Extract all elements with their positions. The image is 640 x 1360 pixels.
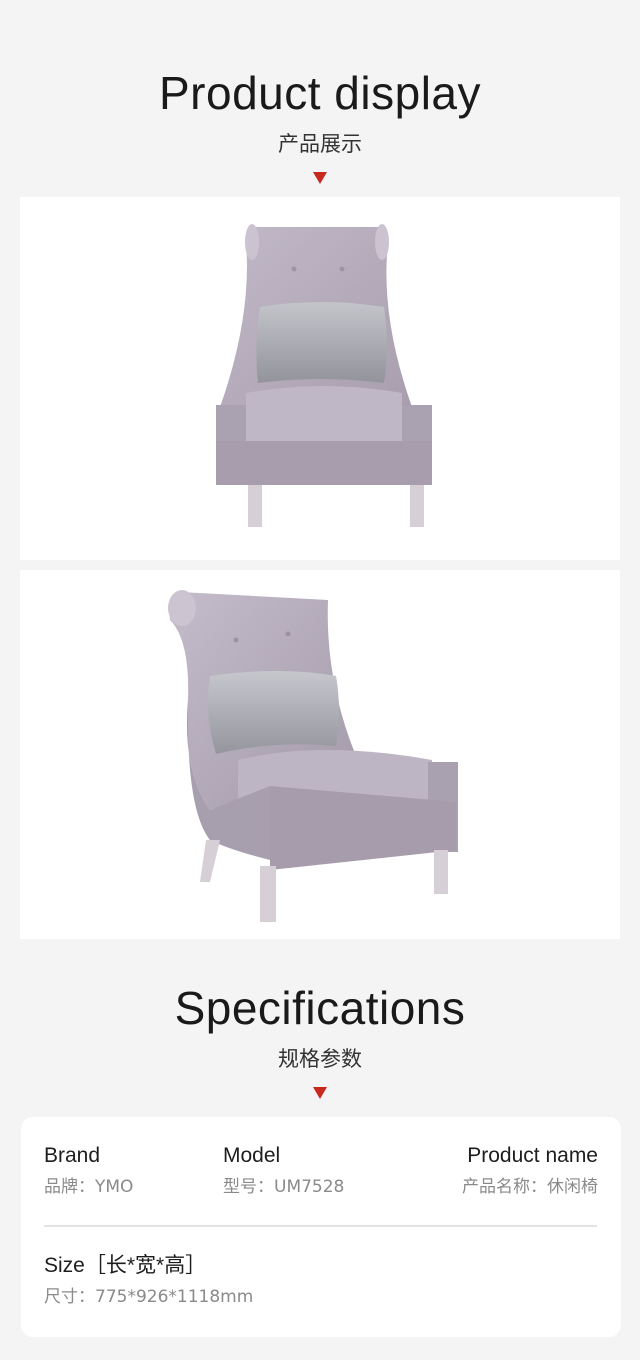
size-value: 尺寸：775*926*1118mm [44,1287,254,1307]
product-display-header: Product display 产品展示 [0,70,640,184]
chair-front-image [20,197,620,560]
product-display-title: Product display [159,67,481,119]
down-triangle-icon [313,1087,327,1099]
model-label: Model [223,1144,281,1167]
down-triangle-icon [313,172,327,184]
product-name-label: Product name [467,1144,598,1167]
product-name-spec: Product name 产品名称：休闲椅 [462,1145,598,1196]
product-display-subtitle: 产品展示 [278,132,362,156]
model-spec: Model 型号：UM7528 [223,1145,344,1196]
size-label: Size［长*宽*高］ [44,1254,207,1277]
specifications-header: Specifications 规格参数 [0,985,640,1099]
specifications-subtitle: 规格参数 [278,1047,362,1071]
brand-value: 品牌：YMO [44,1177,134,1197]
size-spec: Size［长*宽*高］ 尺寸：775*926*1118mm [44,1255,253,1306]
chair-angle-image [20,570,620,939]
brand-spec: Brand 品牌：YMO [44,1145,133,1196]
brand-label: Brand [44,1144,101,1167]
product-name-value: 产品名称：休闲椅 [462,1177,598,1197]
specifications-title: Specifications [174,982,466,1034]
spec-divider [44,1225,597,1227]
specifications-card: Brand 品牌：YMO Model 型号：UM7528 Product nam… [21,1117,621,1337]
model-value: 型号：UM7528 [223,1177,345,1197]
